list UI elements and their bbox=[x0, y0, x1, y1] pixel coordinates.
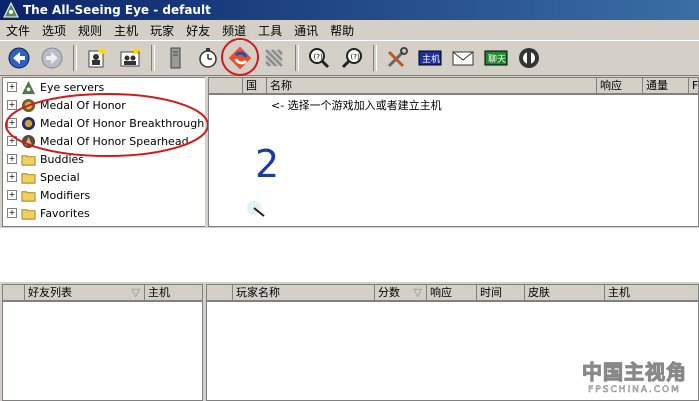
back-button[interactable] bbox=[4, 43, 34, 73]
col-spacer bbox=[209, 78, 243, 94]
menu-help[interactable]: 帮助 bbox=[324, 22, 360, 39]
add-group-button[interactable] bbox=[115, 43, 145, 73]
add-player-button[interactable] bbox=[82, 43, 112, 73]
red-highlight-ellipse bbox=[5, 93, 209, 157]
help-button[interactable] bbox=[514, 43, 544, 73]
col-ping[interactable]: 响应 bbox=[597, 78, 643, 94]
help-icon bbox=[519, 48, 539, 68]
forward-icon bbox=[41, 47, 63, 69]
menu-rules[interactable]: 规则 bbox=[72, 22, 108, 39]
sort-arrow-icon: ▽ bbox=[131, 286, 140, 299]
tree-item-special[interactable]: + Special bbox=[7, 168, 80, 186]
svg-text:(?): (?) bbox=[351, 53, 360, 61]
tools-button[interactable] bbox=[382, 43, 412, 73]
filter-icon bbox=[265, 49, 283, 67]
chat-button[interactable]: 聊天 bbox=[481, 43, 511, 73]
add-group-icon bbox=[120, 47, 141, 67]
tree-item-favorites[interactable]: + Favorites bbox=[7, 204, 90, 222]
expand-icon[interactable]: + bbox=[7, 82, 17, 92]
window-title: The All-Seeing Eye - default bbox=[23, 3, 211, 17]
toolbar-separator bbox=[295, 45, 299, 71]
query-button[interactable]: (?) bbox=[304, 43, 334, 73]
col-name[interactable]: 名称 bbox=[267, 78, 597, 94]
menu-tools[interactable]: 工具 bbox=[252, 22, 288, 39]
col-friend-list-label: 好友列表 bbox=[28, 286, 72, 299]
forward-button[interactable] bbox=[37, 43, 67, 73]
tree-item-label: Special bbox=[40, 170, 80, 184]
tools-icon bbox=[387, 47, 408, 68]
toolbar-separator bbox=[373, 45, 377, 71]
server-icon bbox=[170, 47, 181, 69]
back-icon bbox=[8, 47, 30, 69]
col-country[interactable]: 国 bbox=[243, 78, 267, 94]
expand-icon[interactable]: + bbox=[7, 190, 17, 200]
col-score-label: 分数 bbox=[378, 286, 400, 299]
watermark: 中国主视角 FPSCHINA.COM bbox=[582, 356, 687, 396]
mail-button[interactable] bbox=[448, 43, 478, 73]
eye-app-icon bbox=[3, 2, 19, 18]
toolbar-separator bbox=[73, 45, 77, 71]
tree-item-label: Favorites bbox=[40, 206, 90, 220]
col-f[interactable]: F bbox=[689, 78, 698, 94]
watermark-cn: 中国主视角 bbox=[582, 360, 687, 385]
svg-text:主机: 主机 bbox=[422, 53, 440, 65]
menu-host[interactable]: 主机 bbox=[108, 22, 144, 39]
filter-button[interactable] bbox=[259, 43, 289, 73]
folder-icon bbox=[21, 208, 36, 220]
sort-arrow-icon: ▽ bbox=[413, 286, 422, 299]
toolbar: (?) (?) 主机 聊天 bbox=[0, 38, 699, 76]
friends-pane: 好友列表 ▽ 主机 bbox=[2, 284, 203, 401]
server-list-hint: <- 选择一个游戏加入或者建立主机 bbox=[271, 99, 442, 112]
timer-button[interactable] bbox=[193, 43, 223, 73]
mail-icon bbox=[452, 51, 474, 66]
red-highlight-circle bbox=[221, 38, 259, 76]
menu-comm[interactable]: 通讯 bbox=[288, 22, 324, 39]
tree-item-label: Modifiers bbox=[40, 188, 91, 202]
expand-icon[interactable]: + bbox=[7, 172, 17, 182]
menu-options[interactable]: 选项 bbox=[36, 22, 72, 39]
col-throughput[interactable]: 通量 bbox=[643, 78, 689, 94]
col-friend-host[interactable]: 主机 bbox=[145, 285, 202, 301]
splitter-area[interactable] bbox=[0, 228, 699, 282]
col-spacer bbox=[207, 285, 233, 301]
folder-icon bbox=[21, 190, 36, 202]
svg-text:聊天: 聊天 bbox=[488, 53, 506, 65]
host-button[interactable]: 主机 bbox=[415, 43, 445, 73]
mouse-cursor-icon bbox=[247, 201, 265, 217]
col-player-host[interactable]: 主机 bbox=[605, 285, 698, 301]
watermark-en: FPSCHINA.COM bbox=[588, 385, 681, 396]
col-player-ping[interactable]: 响应 bbox=[427, 285, 477, 301]
svg-text:(?): (?) bbox=[314, 53, 323, 61]
menu-file[interactable]: 文件 bbox=[0, 22, 36, 39]
timer-icon bbox=[199, 48, 217, 68]
col-time[interactable]: 时间 bbox=[477, 285, 525, 301]
menu-friends[interactable]: 好友 bbox=[180, 22, 216, 39]
folder-icon bbox=[21, 172, 36, 184]
col-score[interactable]: 分数 ▽ bbox=[375, 285, 427, 301]
annotation-2: 2 bbox=[255, 142, 280, 186]
col-player-name[interactable]: 玩家名称 bbox=[233, 285, 375, 301]
menu-player[interactable]: 玩家 bbox=[144, 22, 180, 39]
col-friend-list[interactable]: 好友列表 ▽ bbox=[25, 285, 145, 301]
menu-channel[interactable]: 频道 bbox=[216, 22, 252, 39]
find-icon: (?) bbox=[341, 48, 362, 69]
query-icon: (?) bbox=[309, 48, 330, 69]
col-spacer bbox=[3, 285, 25, 301]
tree-item-modifiers[interactable]: + Modifiers bbox=[7, 186, 90, 204]
expand-icon[interactable]: + bbox=[7, 208, 17, 218]
col-skin[interactable]: 皮肤 bbox=[525, 285, 605, 301]
chat-icon: 聊天 bbox=[484, 50, 508, 66]
toolbar-separator bbox=[151, 45, 155, 71]
find-button[interactable]: (?) bbox=[337, 43, 367, 73]
title-bar: The All-Seeing Eye - default bbox=[0, 0, 699, 20]
refresh-button[interactable] bbox=[221, 38, 259, 76]
menu-bar: 文件 选项 规则 主机 玩家 好友 频道 工具 通讯 帮助 bbox=[0, 20, 699, 40]
host-icon: 主机 bbox=[418, 50, 442, 66]
add-player-icon bbox=[88, 47, 107, 68]
server-button[interactable] bbox=[160, 43, 190, 73]
server-list-pane: 国 名称 响应 通量 F <- 选择一个游戏加入或者建立主机 bbox=[208, 77, 699, 227]
